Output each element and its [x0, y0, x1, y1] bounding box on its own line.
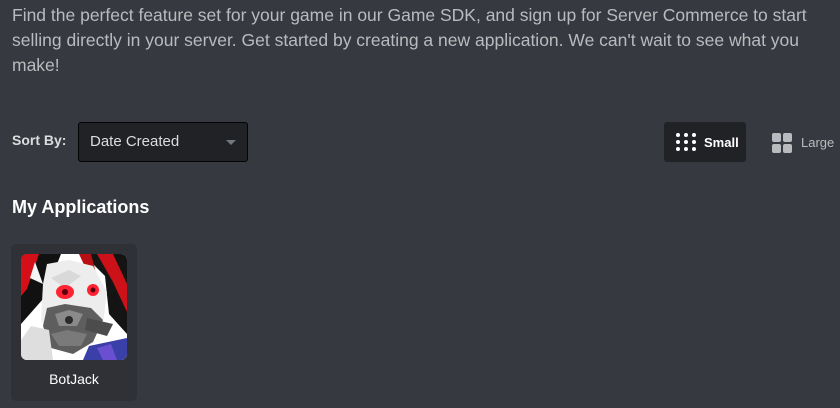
- large-grid-icon: [772, 133, 792, 153]
- sort-selected-value: Date Created: [90, 133, 180, 150]
- chevron-down-icon: [226, 140, 236, 145]
- sort-by-label: Sort By:: [12, 132, 67, 148]
- application-card[interactable]: BotJack: [11, 244, 137, 401]
- app-name: BotJack: [49, 371, 99, 387]
- view-large-button[interactable]: Large: [764, 122, 840, 162]
- sort-select[interactable]: Date Created: [78, 122, 248, 162]
- view-small-label: Small: [704, 135, 739, 150]
- developer-applications-page: Find the perfect feature set for your ga…: [0, 0, 840, 408]
- view-large-label: Large: [801, 135, 835, 150]
- intro-text: Find the perfect feature set for your ga…: [12, 5, 807, 75]
- view-small-button[interactable]: Small: [664, 122, 746, 162]
- my-applications-title: My Applications: [12, 197, 150, 217]
- app-avatar-image: [21, 254, 127, 360]
- small-grid-icon: [676, 133, 696, 151]
